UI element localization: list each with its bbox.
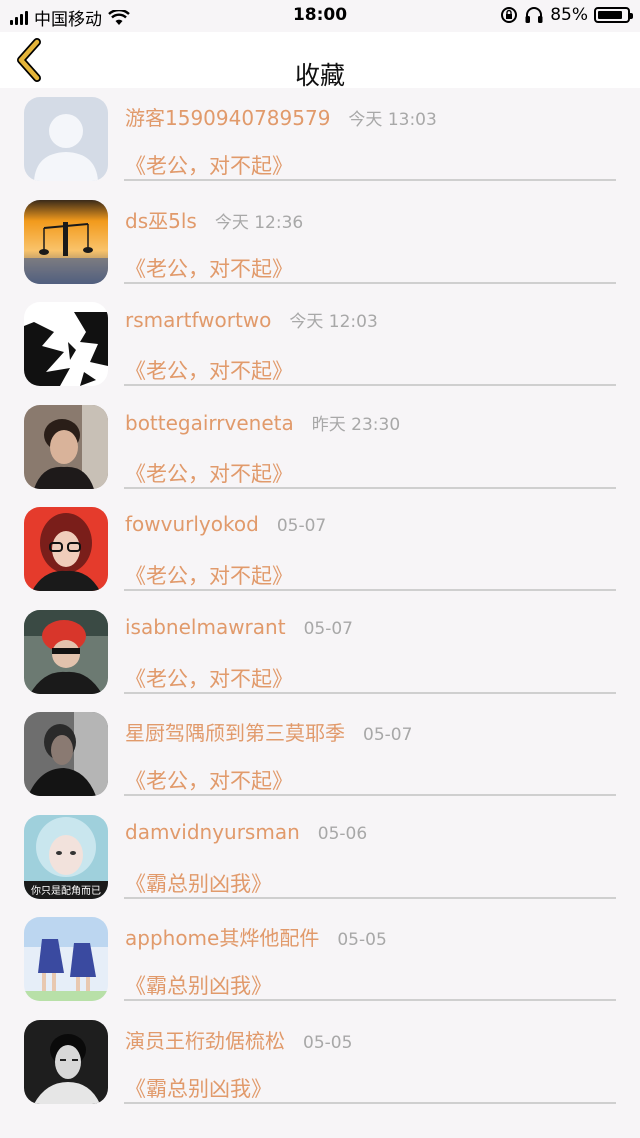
- divider: [124, 896, 616, 899]
- book-title-link[interactable]: 《老公，对不起》: [125, 458, 293, 488]
- list-item[interactable]: 你只是配角而已 damvidnyursman 05-06 《霸总别凶我》: [0, 806, 640, 909]
- default-avatar: [24, 97, 108, 181]
- avatar[interactable]: [24, 917, 108, 1001]
- book-title-link[interactable]: 《霸总别凶我》: [125, 868, 272, 898]
- book-title-link[interactable]: 《霸总别凶我》: [125, 970, 272, 1000]
- item-header: rsmartfwortwo 今天 12:03: [125, 307, 378, 332]
- item-header: 演员王桁劲倨梳松 05-05: [125, 1025, 352, 1054]
- timestamp: 05-07: [303, 618, 353, 639]
- bw-man-avatar: [24, 1019, 108, 1104]
- avatar[interactable]: [24, 712, 108, 796]
- divider: [124, 281, 616, 284]
- timestamp: 昨天 23:30: [311, 414, 401, 435]
- divider: [124, 999, 616, 1001]
- timestamp: 今天 12:36: [214, 212, 304, 233]
- list-item[interactable]: bottegairrveneta 昨天 23:30 《老公，对不起》: [0, 396, 640, 499]
- timestamp: 今天 13:03: [348, 110, 437, 130]
- book-title-link[interactable]: 《老公，对不起》: [125, 560, 293, 590]
- username: fowvurlyokod: [125, 512, 259, 536]
- list-item[interactable]: 星厨驾隅颀到第三莫耶季 05-07 《老公，对不起》: [0, 703, 640, 806]
- headphones-icon: [525, 7, 543, 23]
- avatar[interactable]: [24, 1019, 108, 1104]
- girl-avatar: 你只是配角而已: [24, 814, 108, 899]
- timestamp: 今天 12:03: [289, 312, 378, 332]
- list-item[interactable]: fowvurlyokod 05-07 《老公，对不起》: [0, 498, 640, 601]
- rotation-lock-icon: [501, 7, 518, 23]
- book-title-link[interactable]: 《老公，对不起》: [125, 765, 293, 795]
- battery-icon: [594, 7, 633, 23]
- book-title-link[interactable]: 《老公，对不起》: [125, 355, 293, 385]
- book-title-link[interactable]: 《老公，对不起》: [125, 663, 293, 693]
- avatar[interactable]: [24, 609, 108, 694]
- avatar[interactable]: [24, 404, 108, 489]
- nav-bar: 收藏: [0, 32, 640, 90]
- item-header: ds巫5ls 今天 12:36: [125, 205, 303, 234]
- avatar-caption: 你只是配角而已: [31, 884, 101, 897]
- timestamp: 05-05: [337, 930, 387, 950]
- username: damvidnyursman: [125, 819, 300, 844]
- item-header: isabnelmawrant 05-07: [125, 615, 353, 639]
- list-item[interactable]: 游客1590940789579 今天 13:03 《老公，对不起》: [0, 88, 640, 191]
- book-title-link[interactable]: 《老公，对不起》: [125, 150, 293, 180]
- list-item[interactable]: 演员王桁劲倨梳松 05-05 《霸总别凶我》: [0, 1011, 640, 1114]
- dark-man-avatar: [24, 712, 108, 796]
- book-title-link[interactable]: 《老公，对不起》: [125, 253, 293, 283]
- helmet-avatar: [24, 609, 108, 694]
- item-header: apphome其烨他配件 05-05: [125, 922, 387, 951]
- username: 演员王桁劲倨梳松: [125, 1028, 285, 1053]
- username: isabnelmawrant: [125, 614, 286, 639]
- page-title: 收藏: [294, 61, 345, 90]
- favorites-list: 游客1590940789579 今天 13:03 《老公，对不起》 ds巫5ls 今天 …: [0, 88, 640, 1113]
- username: bottegairrveneta: [125, 410, 294, 435]
- username: 星厨驾隅颀到第三莫耶季: [125, 721, 345, 745]
- divider: [124, 486, 616, 489]
- avatar[interactable]: [24, 507, 108, 591]
- divider: [124, 589, 616, 591]
- book-title-link[interactable]: 《霸总别凶我》: [125, 1073, 272, 1103]
- item-header: damvidnyursman 05-06: [125, 820, 367, 844]
- battery-fill: [598, 11, 622, 19]
- battery-percent: 85%: [550, 5, 588, 25]
- avatar[interactable]: [24, 97, 108, 181]
- username: 游客1590940789579: [125, 106, 331, 130]
- username: ds巫5ls: [125, 208, 197, 233]
- timestamp: 05-07: [276, 516, 327, 536]
- sunset-avatar: [24, 199, 108, 284]
- list-item[interactable]: isabnelmawrant 05-07 《老公，对不起》: [0, 601, 640, 704]
- timestamp: 05-06: [317, 823, 368, 844]
- avatar[interactable]: [24, 302, 108, 386]
- timestamp: 05-05: [303, 1032, 353, 1053]
- tiger-avatar: [24, 302, 108, 386]
- item-header: 游客1590940789579 今天 13:03: [125, 102, 437, 131]
- list-item[interactable]: ds巫5ls 今天 12:36 《老公，对不起》: [0, 191, 640, 294]
- list-item[interactable]: apphome其烨他配件 05-05 《霸总别凶我》: [0, 908, 640, 1011]
- divider: [124, 179, 616, 181]
- timestamp: 05-07: [363, 725, 413, 745]
- man-portrait-avatar: [24, 404, 108, 489]
- avatar[interactable]: 你只是配角而已: [24, 814, 108, 899]
- status-bar: 中国移动 18:00 85%: [0, 0, 640, 32]
- username: apphome其烨他配件: [125, 926, 320, 950]
- list-item[interactable]: rsmartfwortwo 今天 12:03 《老公，对不起》: [0, 293, 640, 396]
- username: rsmartfwortwo: [125, 308, 272, 332]
- divider: [124, 691, 616, 694]
- divider: [124, 794, 616, 796]
- avatar[interactable]: [24, 199, 108, 284]
- item-header: 星厨驾隅颀到第三莫耶季 05-07: [125, 717, 412, 746]
- divider: [124, 384, 616, 386]
- status-right: 85%: [500, 5, 633, 25]
- item-header: fowvurlyokod 05-07: [125, 512, 326, 536]
- divider: [124, 1101, 616, 1104]
- item-header: bottegairrveneta 昨天 23:30: [125, 410, 400, 435]
- woman-red-avatar: [24, 507, 108, 591]
- anime-avatar: [24, 917, 108, 1001]
